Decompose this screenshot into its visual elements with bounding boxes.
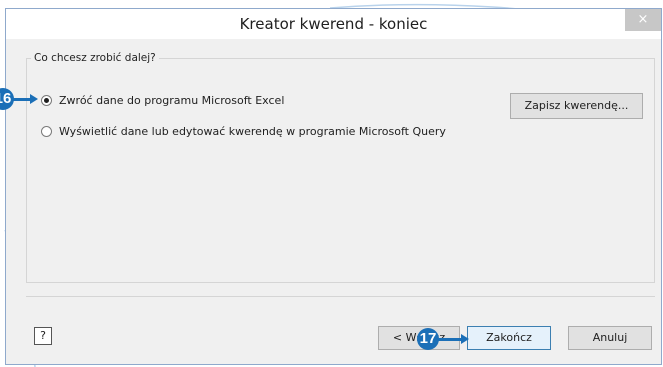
finish-button[interactable]: Zakończ xyxy=(467,326,551,350)
save-query-button[interactable]: Zapisz kwerendę... xyxy=(510,93,643,119)
window-title: Kreator kwerend - koniec xyxy=(239,15,428,33)
arrow-right-icon xyxy=(461,334,469,344)
arrow-right-icon xyxy=(30,94,38,104)
option-label: Wyświetlić dane lub edytować kwerendę w … xyxy=(59,125,446,138)
radio-button-checked[interactable] xyxy=(41,95,52,106)
divider xyxy=(26,296,655,297)
cancel-button[interactable]: Anuluj xyxy=(568,326,652,350)
option-label: Zwróć dane do programu Microsoft Excel xyxy=(59,94,285,107)
close-icon[interactable]: × xyxy=(625,9,661,31)
next-action-group: Co chcesz zrobić dalej? xyxy=(26,51,655,283)
callout-line xyxy=(13,98,31,101)
option-return-to-excel[interactable]: Zwróć dane do programu Microsoft Excel xyxy=(41,94,284,107)
group-legend: Co chcesz zrobić dalej? xyxy=(31,51,159,65)
option-open-in-ms-query[interactable]: Wyświetlić dane lub edytować kwerendę w … xyxy=(41,125,446,138)
title-bar: Kreator kwerend - koniec × xyxy=(6,9,661,39)
radio-button[interactable] xyxy=(41,126,52,137)
callout-line xyxy=(438,338,462,341)
step-callout-17: 17 xyxy=(417,328,439,350)
help-icon[interactable]: ? xyxy=(34,327,52,345)
